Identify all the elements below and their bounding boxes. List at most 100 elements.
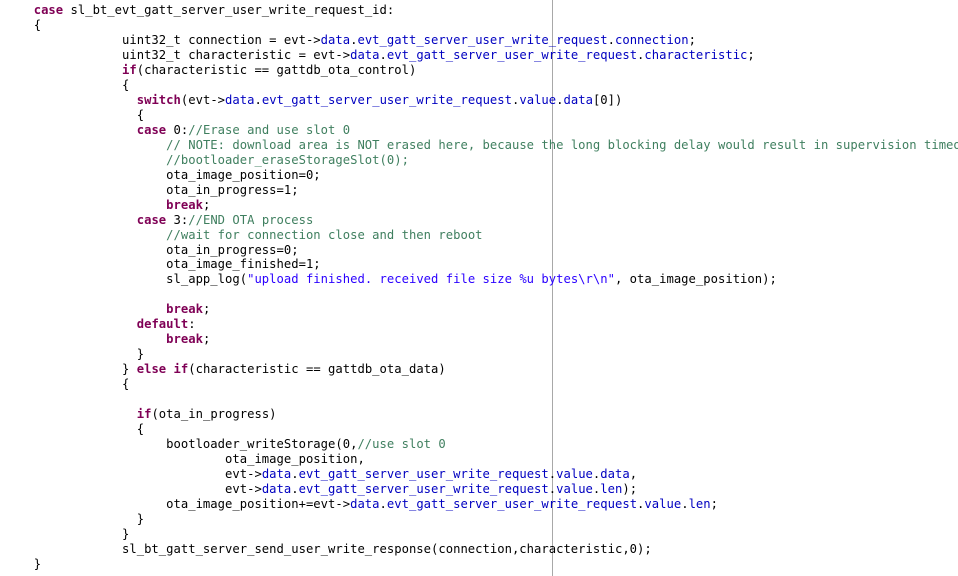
code-line[interactable]: ota_image_finished=1; [19, 257, 958, 272]
code-line[interactable]: } [19, 512, 958, 527]
code-token-pl: ; [202, 197, 211, 212]
code-token-kw: case [33, 3, 64, 17]
code-line[interactable]: ota_in_progress=1; [19, 183, 958, 198]
code-token-cm: //END OTA process [188, 212, 314, 227]
code-line[interactable]: evt->data.evt_gatt_server_user_write_req… [19, 482, 958, 497]
code-line[interactable]: } [19, 347, 958, 362]
code-token-pl: } [19, 526, 130, 541]
code-token-pl: ); [622, 482, 638, 496]
code-token-pl: : [188, 317, 196, 332]
code-line[interactable]: break; [19, 302, 958, 317]
code-token-pl: ; [710, 496, 718, 511]
code-line[interactable] [19, 392, 958, 407]
code-token-pl: , ota_image_position); [614, 272, 777, 287]
code-line[interactable]: default: [19, 317, 958, 332]
code-token-kw: else [136, 362, 167, 377]
code-token-pl: . [291, 482, 299, 496]
code-token-pl: . [379, 496, 387, 511]
code-line[interactable]: ota_image_position=0; [19, 168, 958, 183]
code-line[interactable]: break; [19, 198, 958, 213]
code-token-pl: . [379, 47, 387, 62]
code-line[interactable]: break; [19, 332, 958, 347]
code-token-fld: data [563, 92, 593, 107]
code-token-fld: len [600, 482, 623, 496]
code-line[interactable]: ota_in_progress=0; [19, 243, 958, 258]
code-line[interactable]: if(characteristic == gattdb_ota_control) [19, 63, 958, 78]
code-line[interactable]: case 0://Erase and use slot 0 [19, 123, 958, 138]
code-token-fld: evt_gatt_server_user_write_request [386, 496, 638, 511]
code-token-fld: evt_gatt_server_user_write_request [261, 92, 512, 107]
code-token-kw: if [136, 407, 152, 422]
code-line[interactable]: ota_image_position+=evt->data.evt_gatt_s… [19, 497, 958, 512]
code-line[interactable]: bootloader_writeStorage(0,//use slot 0 [19, 437, 958, 452]
code-token-pl: ; [202, 302, 211, 317]
code-token-kw: if [173, 362, 189, 377]
code-line[interactable]: evt->data.evt_gatt_server_user_write_req… [19, 467, 958, 482]
code-token-fld: evt_gatt_server_user_write_request [357, 32, 608, 47]
code-line[interactable]: ota_image_position, [19, 452, 958, 467]
code-line[interactable]: //wait for connection close and then reb… [19, 228, 958, 243]
code-line[interactable]: sl_app_log("upload finished. received fi… [19, 272, 958, 287]
code-line[interactable]: if(ota_in_progress) [19, 407, 958, 422]
code-line[interactable]: { [19, 108, 958, 123]
code-line[interactable]: } [19, 527, 958, 542]
code-token-pl: . [556, 92, 564, 107]
code-line[interactable]: switch(evt-> data. evt_gatt_server_user_wr… [19, 93, 958, 108]
code-token-pl: ota_in_progress=1; [19, 182, 299, 197]
code-token-pl: evt-> [19, 482, 262, 496]
code-token-fld: evt_gatt_server_user_write_request [298, 467, 549, 482]
code-token-pl: . [607, 32, 615, 47]
code-token-pl: { [19, 107, 145, 122]
code-line[interactable] [19, 287, 958, 302]
code-token-fld: len [688, 496, 711, 511]
code-token-kw: if [122, 62, 137, 77]
code-line[interactable]: uint32_t characteristic = evt->data.evt_… [19, 48, 958, 63]
code-line[interactable]: case sl_bt_evt_gatt_server_user_write_re… [19, 3, 958, 18]
code-token-cm: //wait for connection close and then reb… [166, 227, 483, 242]
code-line[interactable]: case 3://END OTA process [19, 213, 958, 228]
code-token-fld: evt_gatt_server_user_write_request [386, 47, 638, 62]
code-token-kw: default [136, 317, 189, 332]
code-token-kw: case [136, 122, 167, 137]
code-token-pl: { [19, 77, 130, 92]
code-token-pl: (evt-> [180, 92, 226, 107]
code-token-pl: bootloader_writeStorage(0, [19, 437, 358, 452]
code-line[interactable]: { [19, 78, 958, 93]
code-line[interactable] [19, 572, 958, 576]
code-token-pl: (characteristic == gattdb_ota_control) [136, 62, 417, 77]
code-token-pl: { [19, 17, 42, 32]
code-token-pl: { [19, 422, 145, 437]
code-token-fld: data [261, 467, 292, 482]
code-token-fld: evt_gatt_server_user_write_request [298, 482, 549, 496]
code-token-pl: } [19, 511, 145, 526]
code-line[interactable]: } else if(characteristic == gattdb_ota_d… [19, 362, 958, 377]
code-token-fld: connection [614, 32, 689, 47]
code-token-pl: ota_image_position=0; [19, 167, 321, 182]
code-line[interactable]: // NOTE: download area is NOT erased her… [19, 138, 958, 153]
code-token-kw: break [166, 197, 203, 212]
code-token-pl: ota_in_progress=0; [19, 242, 299, 257]
code-line[interactable]: } [19, 557, 958, 572]
code-line[interactable]: uint32_t connection = evt->data.evt_gatt… [19, 33, 958, 48]
code-token-pl: uint32_t characteristic = evt-> [19, 47, 351, 62]
code-token-pl: } [19, 362, 137, 377]
code-line[interactable]: sl_bt_gatt_server_send_user_write_respon… [19, 542, 958, 557]
code-line[interactable]: { [19, 377, 958, 392]
code-line[interactable]: //bootloader_eraseStorageSlot(0); [19, 153, 958, 168]
code-line[interactable]: { [19, 422, 958, 437]
source-code-text[interactable]: case sl_bt_evt_gatt_server_user_write_re… [0, 0, 958, 576]
code-token-fld: data [320, 32, 351, 47]
code-token-pl: ; [688, 32, 696, 47]
code-editor-viewport[interactable]: case sl_bt_evt_gatt_server_user_write_re… [0, 0, 958, 576]
code-token-pl: sl_app_log( [19, 272, 248, 287]
code-line[interactable]: { [19, 18, 958, 33]
code-token-kw: switch [136, 92, 181, 107]
